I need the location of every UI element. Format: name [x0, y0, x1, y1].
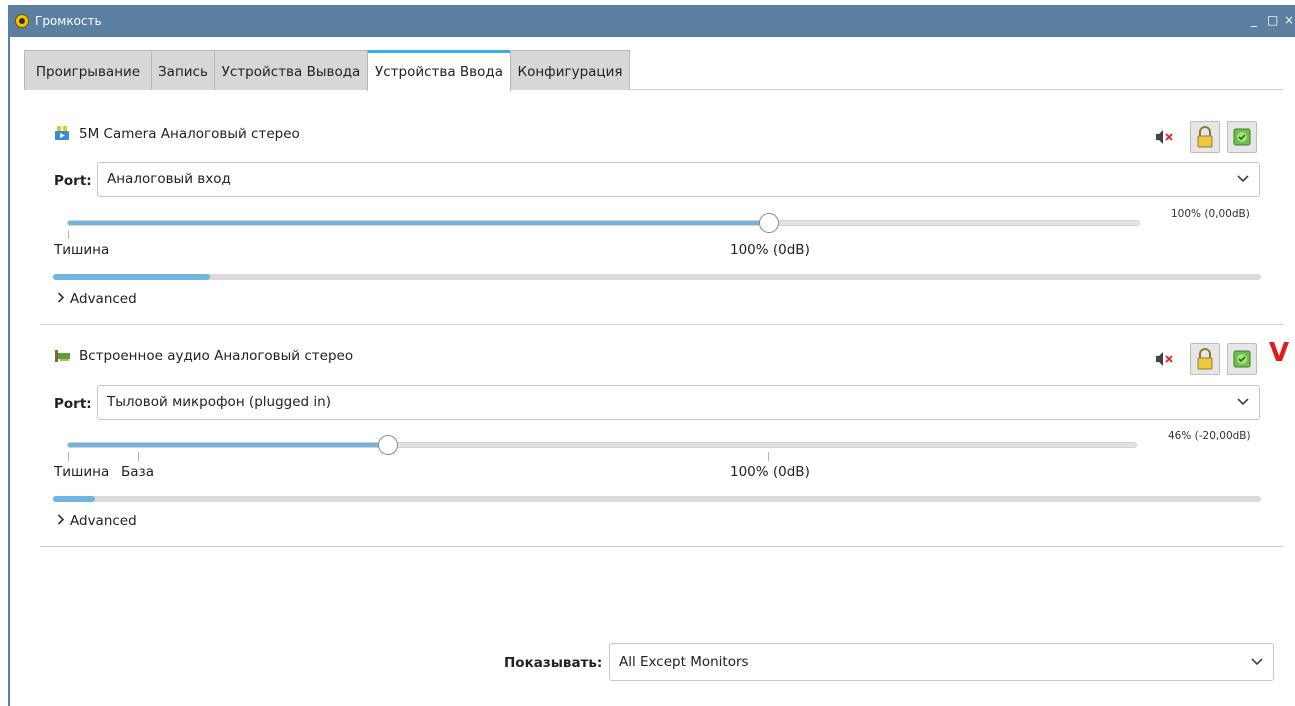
base-label: База	[121, 464, 154, 480]
peak-level-fill	[53, 274, 211, 280]
peak-level-meter	[53, 274, 1261, 280]
volume-slider-fill	[68, 221, 769, 225]
set-default-button[interactable]	[1227, 343, 1257, 375]
lock-icon	[1191, 126, 1219, 156]
separator	[40, 324, 1283, 325]
webcam-icon	[54, 125, 70, 145]
peak-level-fill	[53, 496, 96, 502]
chevron-down-icon	[1251, 644, 1263, 694]
check-icon	[1228, 128, 1256, 156]
title-bar[interactable]: Громкость _ □ ×	[10, 5, 1295, 37]
separator	[40, 546, 1283, 547]
port-select-value: Тыловой микрофон (plugged in)	[107, 394, 331, 410]
silence-tick	[68, 230, 69, 239]
volume-slider-handle[interactable]	[378, 435, 398, 455]
lock-channels-button[interactable]	[1190, 343, 1220, 375]
chevron-down-icon	[1237, 163, 1249, 209]
port-label: Port:	[54, 173, 92, 189]
annotation-marker: V	[1269, 338, 1290, 368]
set-default-button[interactable]	[1227, 121, 1257, 153]
show-filter-label: Показывать:	[504, 655, 603, 671]
volume-readout: 46% (-20,00dB)	[1168, 430, 1251, 442]
port-select[interactable]: Аналоговый вход	[97, 162, 1260, 197]
port-select[interactable]: Тыловой микрофон (plugged in)	[97, 385, 1260, 420]
close-button[interactable]: ×	[1284, 13, 1294, 27]
check-icon	[1228, 350, 1256, 378]
tab-bar: Проигрывание Запись Устройства Вывода Ус…	[24, 50, 1283, 91]
peak-level-meter	[53, 496, 1261, 502]
advanced-expander[interactable]: Advanced	[57, 291, 137, 307]
lock-icon	[1191, 348, 1219, 378]
advanced-label: Advanced	[70, 513, 137, 529]
tab-input-devices[interactable]: Устройства Ввода	[367, 50, 511, 91]
chevron-right-icon	[57, 513, 65, 529]
silence-tick	[68, 452, 69, 461]
tab-recording[interactable]: Запись	[151, 50, 215, 90]
mute-toggle-icon[interactable]	[1154, 350, 1176, 368]
device-name: 5M Camera Аналоговый стерео	[79, 126, 300, 142]
volume-window: Громкость _ □ × Проигрывание Запись Устр…	[8, 5, 1295, 706]
volume-slider-handle[interactable]	[759, 213, 780, 233]
volume-slider-fill	[68, 443, 389, 447]
show-filter-select[interactable]: All Except Monitors	[609, 643, 1274, 681]
volume-slider[interactable]	[67, 220, 1140, 226]
tab-playback[interactable]: Проигрывание	[24, 50, 152, 90]
volume-readout: 100% (0,00dB)	[1171, 208, 1250, 220]
base-tick	[138, 452, 139, 461]
maximize-button[interactable]: □	[1267, 13, 1278, 27]
advanced-expander[interactable]: Advanced	[57, 513, 137, 529]
max-volume-tick	[768, 452, 769, 461]
port-select-value: Аналоговый вход	[107, 171, 231, 187]
port-label: Port:	[54, 396, 92, 412]
max-volume-label: 100% (0dB)	[730, 464, 810, 480]
tab-output-devices[interactable]: Устройства Вывода	[214, 50, 368, 90]
advanced-label: Advanced	[70, 291, 137, 307]
tab-configuration[interactable]: Конфигурация	[510, 50, 630, 90]
chevron-down-icon	[1237, 386, 1249, 432]
minimize-button[interactable]: _	[1251, 13, 1257, 27]
show-filter-value: All Except Monitors	[619, 654, 749, 670]
chevron-right-icon	[57, 291, 65, 307]
max-volume-label: 100% (0dB)	[730, 242, 810, 258]
device-name: Встроенное аудио Аналоговый стерео	[79, 348, 354, 364]
mute-toggle-icon[interactable]	[1154, 128, 1176, 146]
window-title: Громкость	[35, 14, 102, 28]
pavucontrol-app-icon	[15, 14, 29, 28]
volume-slider[interactable]	[67, 442, 1137, 448]
silence-label: Тишина	[54, 464, 110, 480]
lock-channels-button[interactable]	[1190, 121, 1220, 153]
sound-card-icon	[54, 348, 71, 367]
silence-label: Тишина	[54, 242, 110, 258]
